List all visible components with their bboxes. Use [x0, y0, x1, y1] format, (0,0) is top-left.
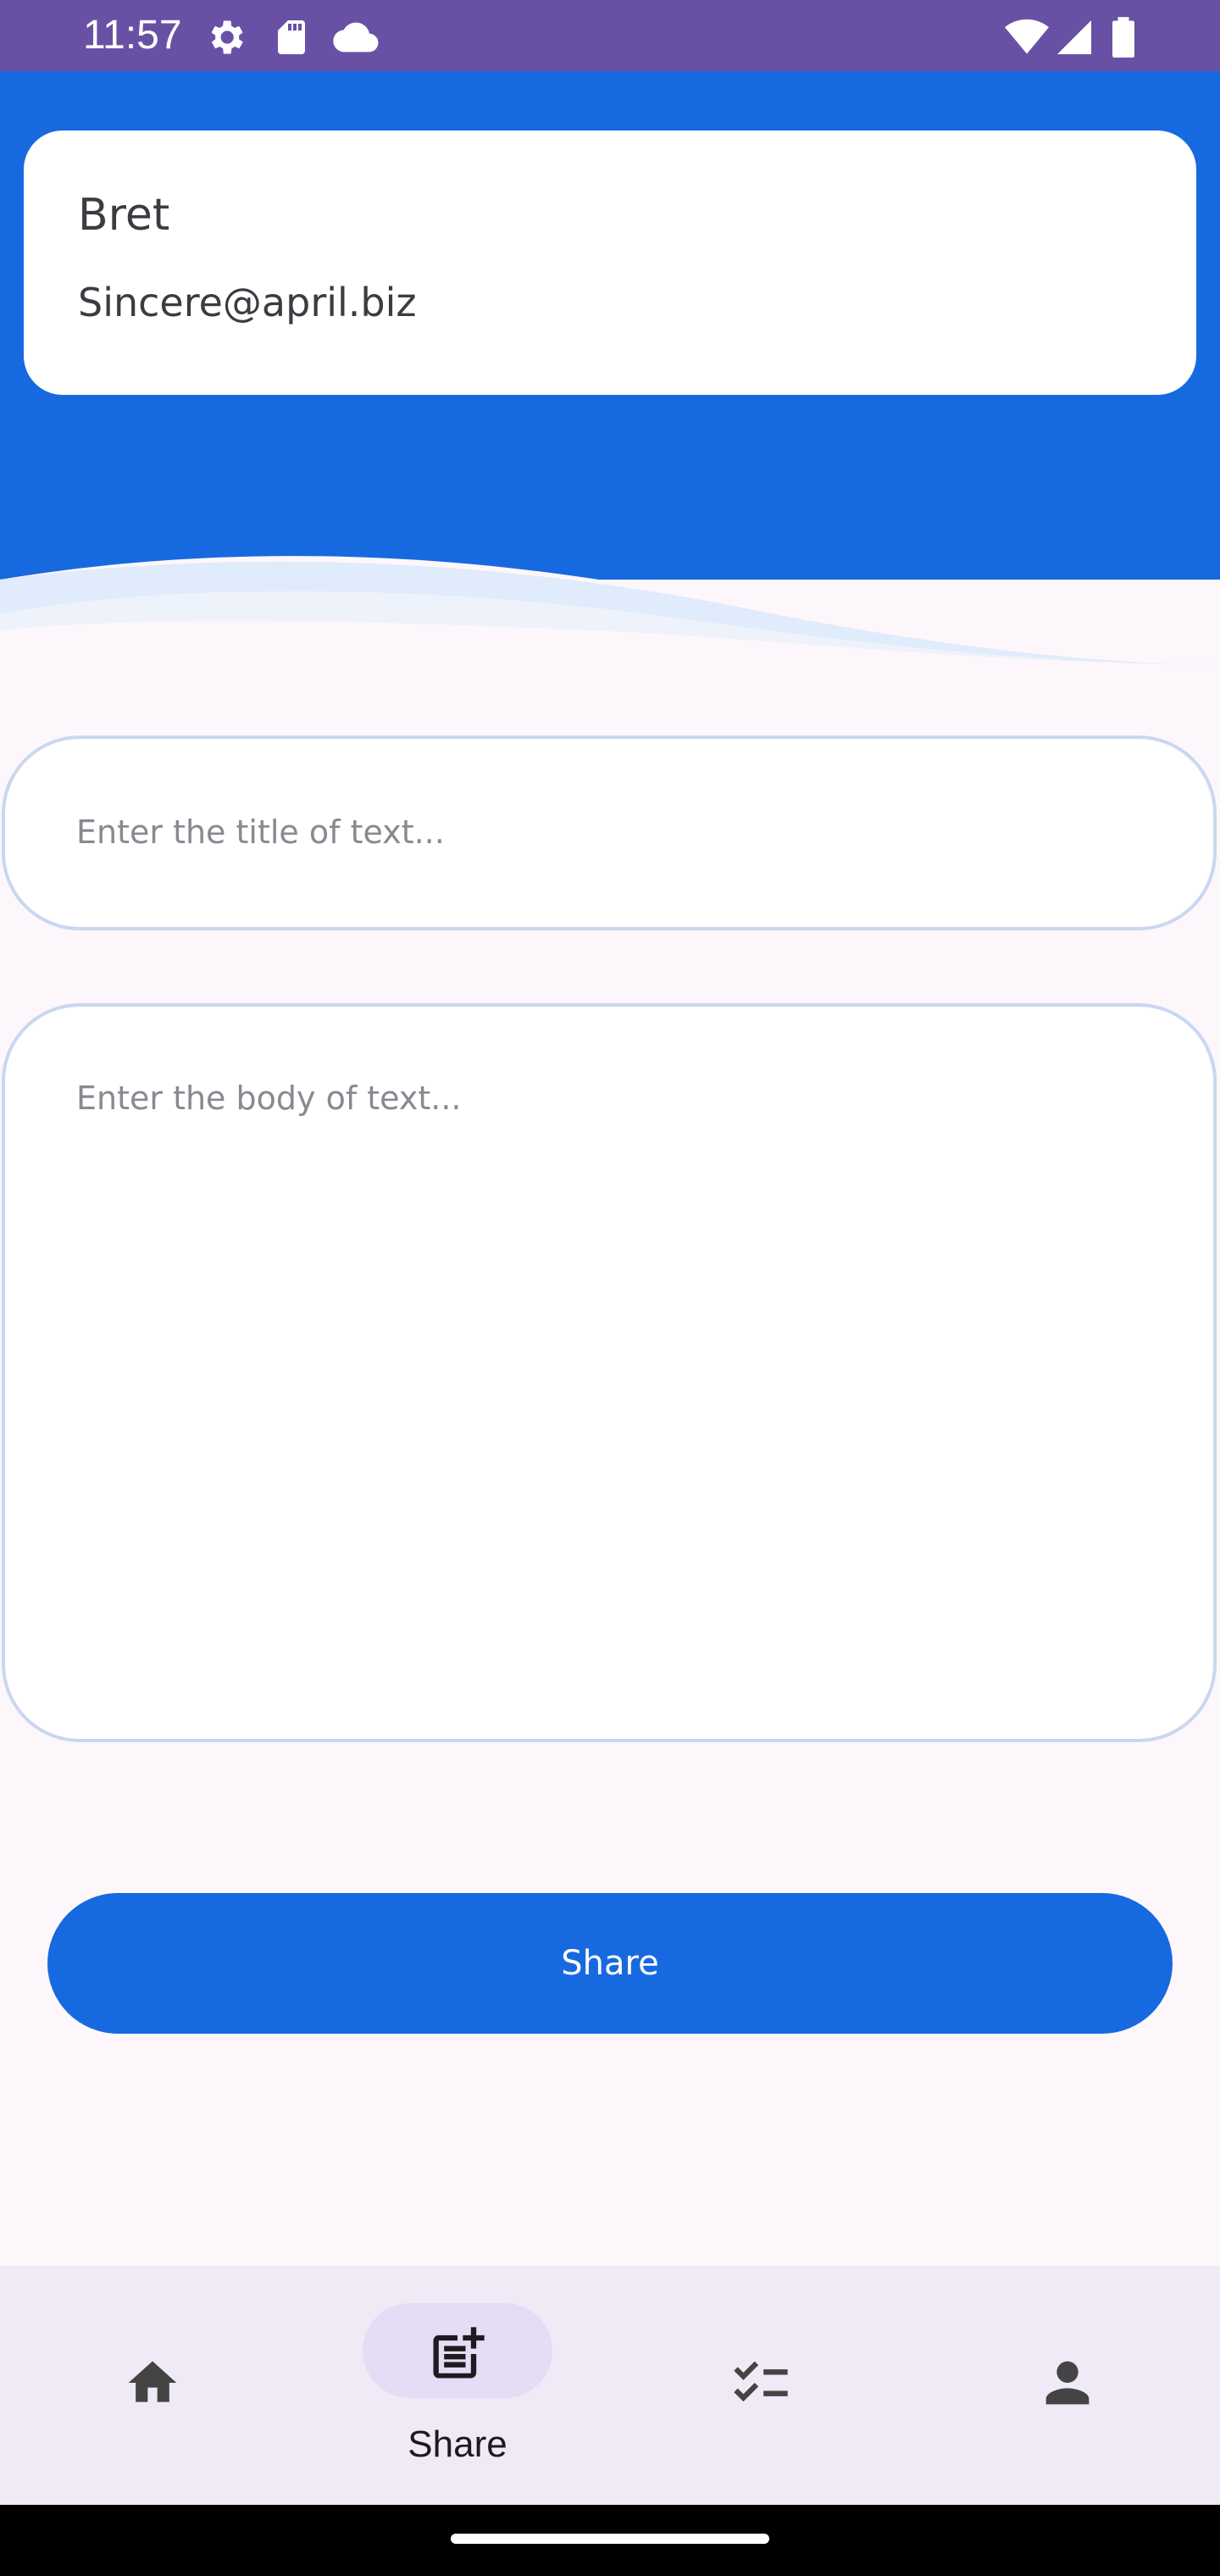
title-input[interactable]: Enter the title of text...	[2, 736, 1217, 930]
checklist-icon	[729, 2351, 793, 2419]
battery-icon	[1108, 15, 1139, 64]
home-gesture-handle[interactable]	[451, 2534, 769, 2544]
nav-selected-indicator	[363, 2303, 552, 2398]
bottom-navigation: Share	[0, 2266, 1220, 2505]
settings-icon	[203, 15, 247, 64]
cloud-icon	[332, 15, 380, 64]
signal-icon	[1054, 15, 1095, 64]
user-name: Bret	[78, 190, 170, 241]
user-email: Sincere@april.biz	[78, 280, 417, 325]
status-time: 11:57	[83, 13, 182, 58]
share-button[interactable]: Share	[47, 1893, 1173, 2034]
system-gesture-bar	[0, 2505, 1220, 2576]
user-card: Bret Sincere@april.biz	[24, 130, 1196, 395]
home-icon	[120, 2354, 185, 2416]
wifi-icon	[1003, 15, 1051, 64]
status-bar: 11:57	[0, 0, 1220, 71]
person-icon	[1035, 2351, 1100, 2419]
body-textarea[interactable]: Enter the body of text...	[2, 1003, 1217, 1742]
nav-label-share: Share	[408, 2423, 507, 2465]
nav-item-home[interactable]	[0, 2266, 305, 2505]
title-input-placeholder: Enter the title of text...	[76, 813, 445, 851]
post-add-icon	[425, 2322, 490, 2390]
nav-item-profile[interactable]	[915, 2266, 1220, 2505]
sd-card-icon	[271, 15, 312, 64]
body-textarea-placeholder: Enter the body of text...	[76, 1080, 462, 1117]
nav-item-checklist[interactable]	[610, 2266, 915, 2505]
